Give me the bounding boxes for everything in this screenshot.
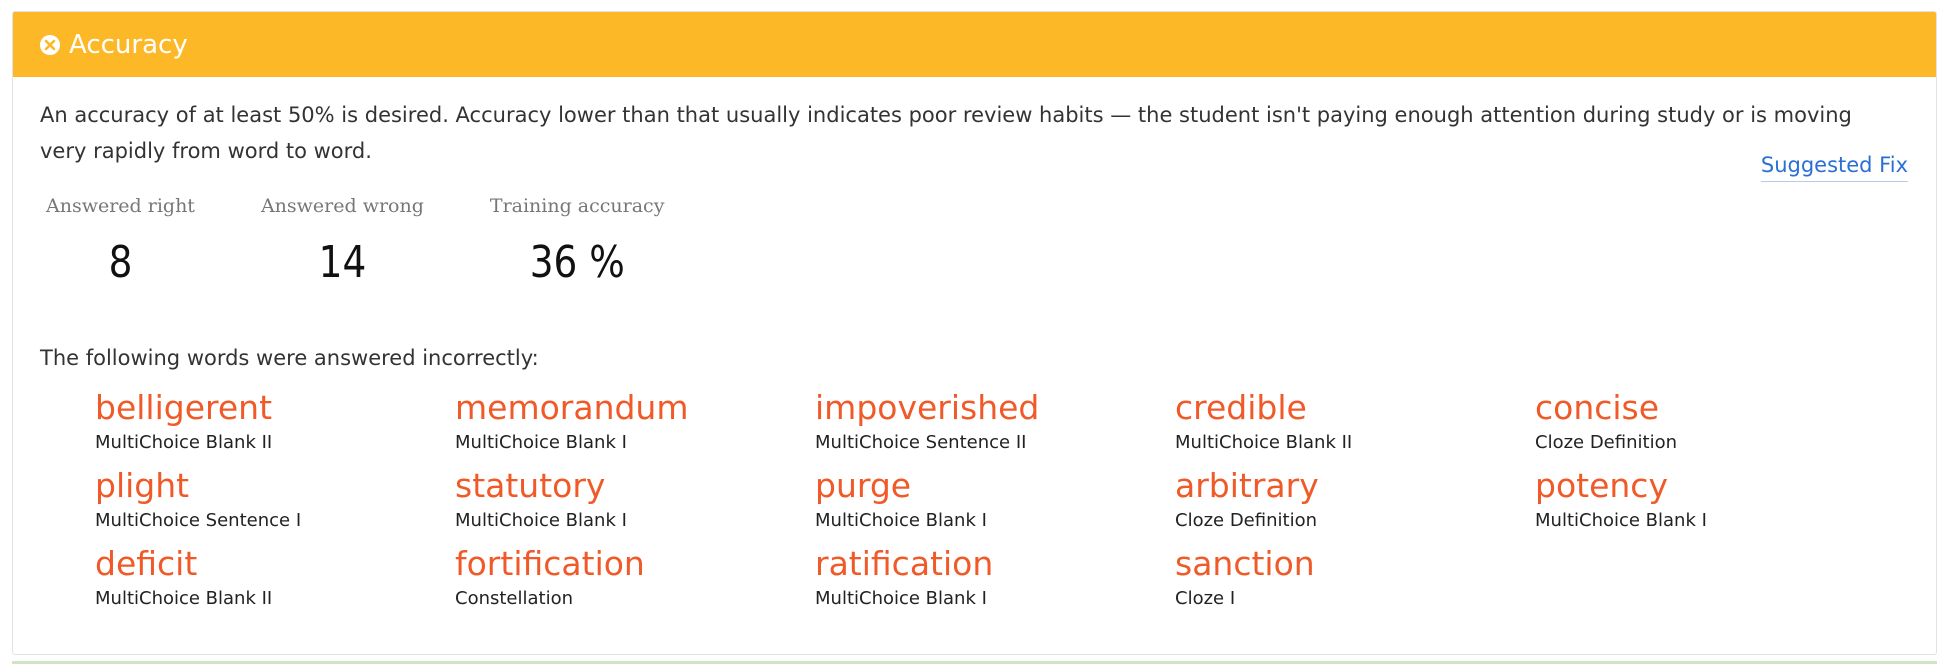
stat-value: 8 [108,237,133,288]
question-type: MultiChoice Blank I [455,510,627,531]
close-circle-icon [39,34,61,56]
word-item: arbitrary Cloze Definition [1175,466,1535,540]
word-link[interactable]: ratification [815,544,1175,584]
stat-answered-wrong: Answered wrong 14 [261,195,424,288]
word-link[interactable]: belligerent [95,388,455,428]
accuracy-description: An accuracy of at least 50% is desired. … [40,103,1852,163]
question-type: MultiChoice Sentence II [815,432,1027,453]
panel-title: Accuracy [69,29,188,60]
question-type: MultiChoice Blank I [815,510,987,531]
word-link[interactable]: arbitrary [1175,466,1535,506]
question-type: MultiChoice Blank I [1535,510,1707,531]
word-link[interactable]: potency [1535,466,1895,506]
stat-training-accuracy: Training accuracy 36 % [490,195,665,288]
word-link[interactable]: sanction [1175,544,1535,584]
question-type: Constellation [455,588,574,609]
word-item: impoverished MultiChoice Sentence II [815,388,1175,462]
question-type: MultiChoice Blank I [815,588,987,609]
incorrect-words-grid: belligerent MultiChoice Blank II memoran… [95,388,1909,618]
word-item: sanction Cloze I [1175,544,1535,618]
word-link[interactable]: statutory [455,466,815,506]
word-item: purge MultiChoice Blank I [815,466,1175,540]
question-type: Cloze Definition [1175,510,1317,531]
word-item: credible MultiChoice Blank II [1175,388,1535,462]
question-type: MultiChoice Sentence I [95,510,302,531]
stat-label: Training accuracy [489,195,665,217]
question-type: Cloze Definition [1535,432,1677,453]
question-type: MultiChoice Blank II [1175,432,1353,453]
word-item: belligerent MultiChoice Blank II [95,388,455,462]
word-item: concise Cloze Definition [1535,388,1895,462]
word-link[interactable]: deficit [95,544,455,584]
stat-answered-right: Answered right 8 [46,195,195,288]
word-item: fortification Constellation [455,544,815,618]
word-item: deficit MultiChoice Blank II [95,544,455,618]
word-link[interactable]: fortification [455,544,815,584]
stat-value: 14 [318,237,367,288]
word-item: statutory MultiChoice Blank I [455,466,815,540]
stats-row: Answered right 8 Answered wrong 14 Train… [46,195,1909,288]
incorrect-words-intro: The following words were answered incorr… [40,346,539,370]
word-item: ratification MultiChoice Blank I [815,544,1175,618]
word-link[interactable]: plight [95,466,455,506]
word-link[interactable]: purge [815,466,1175,506]
stat-label: Answered wrong [260,195,424,217]
word-item: plight MultiChoice Sentence I [95,466,455,540]
suggested-fix-link[interactable]: Suggested Fix [1760,153,1908,182]
word-item: memorandum MultiChoice Blank I [455,388,815,462]
word-item: potency MultiChoice Blank I [1535,466,1895,540]
word-link[interactable]: impoverished [815,388,1175,428]
panel-body: An accuracy of at least 50% is desired. … [13,97,1936,618]
word-link[interactable]: credible [1175,388,1535,428]
question-type: Cloze I [1175,588,1236,609]
panel-header: Accuracy [13,12,1936,77]
question-type: MultiChoice Blank II [95,432,273,453]
accuracy-panel: Accuracy An accuracy of at least 50% is … [12,11,1937,655]
question-type: MultiChoice Blank II [95,588,273,609]
stat-label: Answered right [46,195,195,217]
question-type: MultiChoice Blank I [455,432,627,453]
stat-value: 36 % [529,237,625,288]
word-link[interactable]: concise [1535,388,1895,428]
word-link[interactable]: memorandum [455,388,815,428]
